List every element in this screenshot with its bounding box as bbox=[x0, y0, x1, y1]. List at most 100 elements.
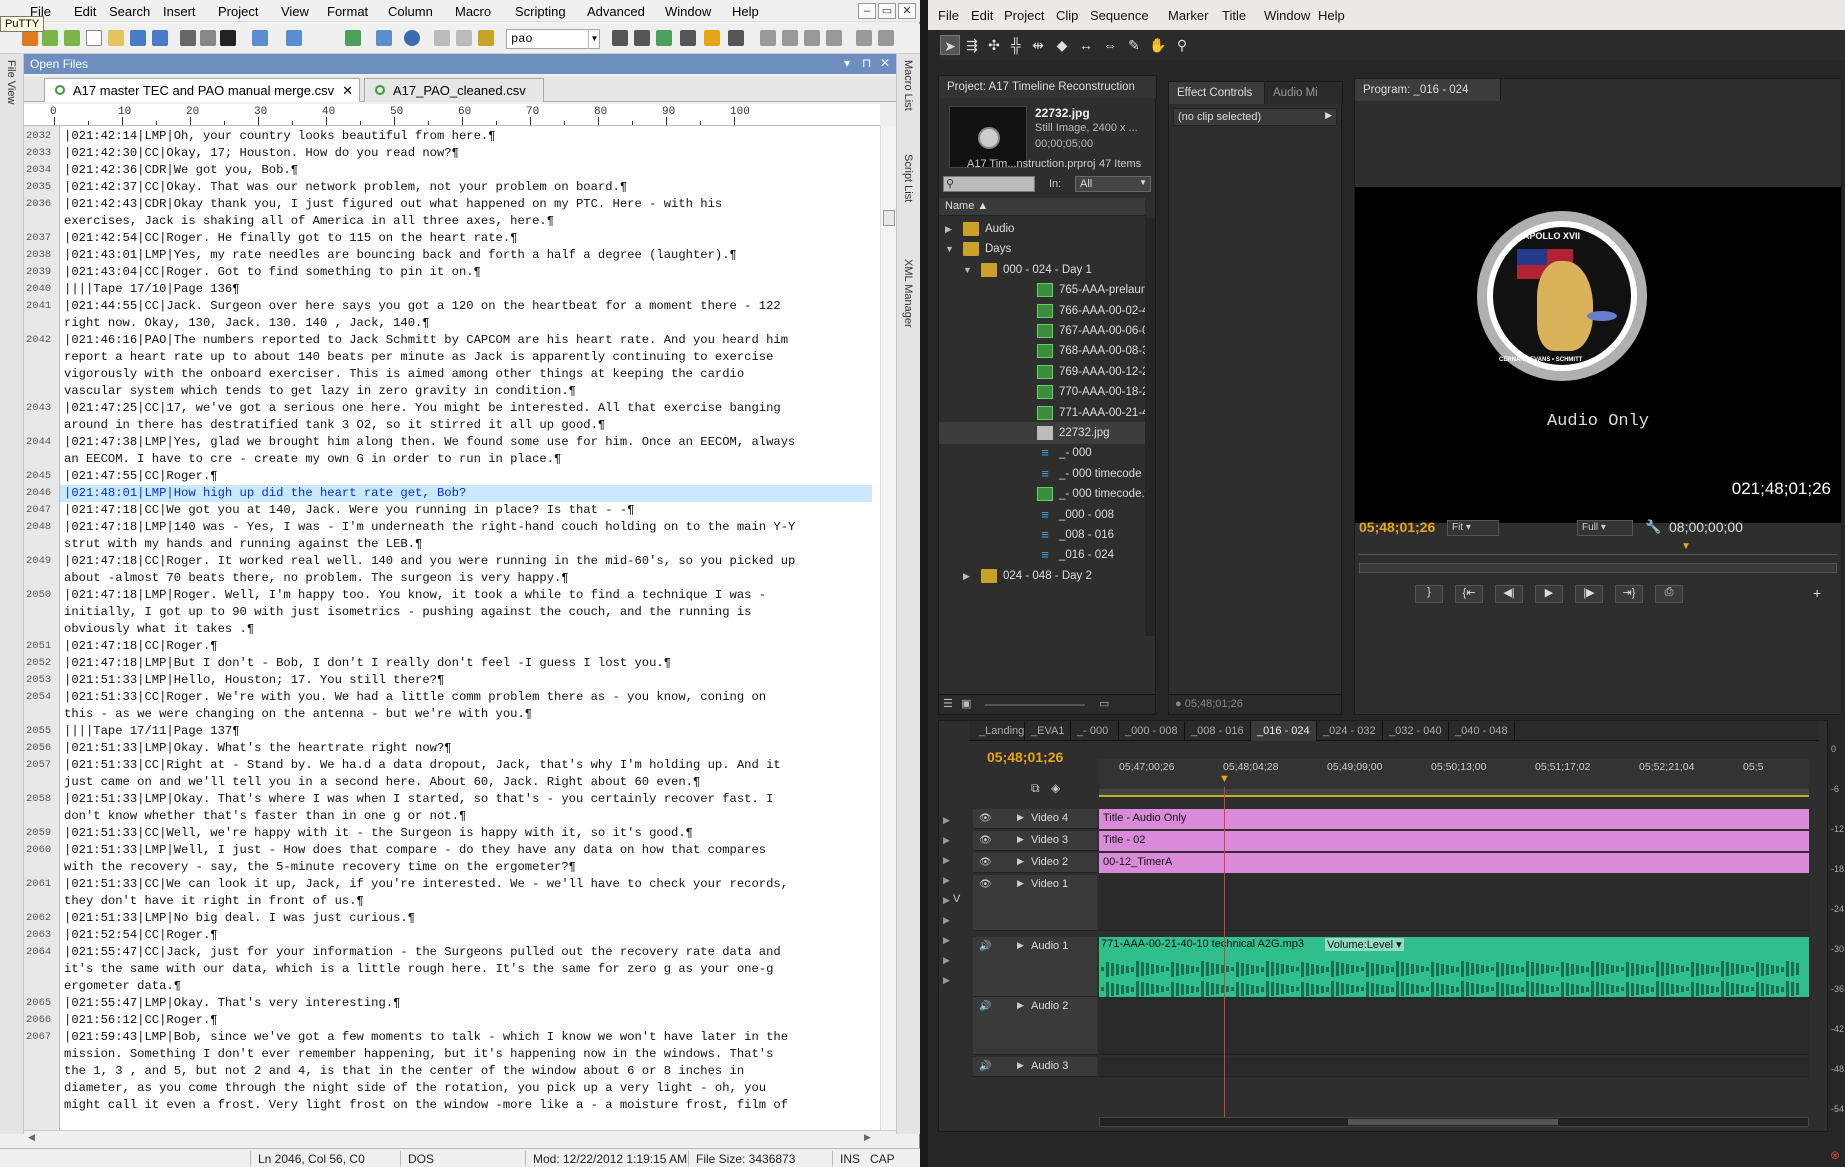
text-line[interactable]: |021:42:30|CC|Okay, 17; Houston. How do … bbox=[64, 145, 459, 162]
project-item[interactable]: 766-AAA-00-02-47-00.n bbox=[939, 300, 1145, 322]
line-ending-format[interactable]: DOS bbox=[408, 1152, 434, 1166]
expand-track-icon[interactable]: ▶ bbox=[1017, 856, 1024, 867]
track-target-icon[interactable]: ▶ bbox=[943, 855, 950, 866]
expand-track-icon[interactable]: ▶ bbox=[1017, 878, 1024, 889]
font-icon[interactable] bbox=[220, 30, 236, 46]
wrench-icon[interactable]: 🔧 bbox=[1645, 519, 1661, 535]
text-line[interactable]: about -almost 70 beats there, no problem… bbox=[64, 570, 569, 587]
eye-icon[interactable]: 👁 bbox=[979, 813, 992, 824]
text-line[interactable]: this - as we were changing on the antenn… bbox=[64, 706, 532, 723]
text-line[interactable]: |021:42:37|CC|Okay. That was our network… bbox=[64, 179, 627, 196]
project-item[interactable]: 769-AAA-00-12-27-00.n bbox=[939, 361, 1145, 383]
save-icon[interactable] bbox=[130, 30, 146, 46]
speaker-icon[interactable]: 🔊 bbox=[979, 1001, 991, 1012]
goto-icon[interactable] bbox=[728, 30, 744, 46]
timeline-scrollbar[interactable] bbox=[1099, 1117, 1809, 1127]
video-track-header[interactable]: 👁 ▶ Video 3 bbox=[973, 831, 1097, 851]
text-line[interactable]: report a heart rate up to about 140 beat… bbox=[64, 349, 773, 366]
quality-select[interactable]: Full ▾ bbox=[1577, 520, 1633, 536]
zoom-slider[interactable] bbox=[985, 704, 1085, 706]
bin-item[interactable]: ▼ 000 - 024 - Day 1 bbox=[939, 259, 1145, 281]
zoom-fit-select[interactable]: Fit ▾ bbox=[1447, 520, 1499, 536]
column-icon[interactable] bbox=[286, 30, 302, 46]
align-left-icon[interactable] bbox=[760, 30, 776, 46]
export-frame-icon[interactable]: ⎙ bbox=[1655, 585, 1683, 603]
selection-tool-icon[interactable]: ➤ bbox=[940, 35, 960, 55]
text-line[interactable]: |021:55:47|CC|Jack, just for your inform… bbox=[64, 944, 781, 961]
bin-item[interactable]: ▼ Days bbox=[939, 238, 1145, 260]
close-tab-icon[interactable]: ✕ bbox=[342, 83, 353, 99]
name-column-header[interactable]: Name ▲ bbox=[939, 198, 1145, 216]
text-line[interactable]: |021:47:18|LMP|140 was - Yes, I was - I'… bbox=[64, 519, 795, 536]
print-icon[interactable] bbox=[180, 30, 196, 46]
monitor-time-ruler[interactable]: ▼ bbox=[1359, 541, 1837, 555]
copy-icon[interactable] bbox=[456, 30, 472, 46]
mark-out-icon[interactable]: } bbox=[1415, 585, 1443, 603]
tile-window-icon[interactable] bbox=[878, 30, 894, 46]
text-line[interactable]: with the recovery - say, the 5-minute re… bbox=[64, 859, 576, 876]
tab-sequence[interactable]: _008 - 016 bbox=[1185, 721, 1251, 741]
scroll-right-icon[interactable]: ▶ bbox=[864, 1132, 871, 1143]
text-line[interactable]: around in there has destratified tank 3 … bbox=[64, 417, 605, 434]
audio-track[interactable] bbox=[1099, 1057, 1809, 1077]
in-filter-select[interactable]: All ▼ bbox=[1075, 176, 1151, 192]
expand-right-icon[interactable]: ▶ bbox=[945, 218, 952, 240]
project-item[interactable]: 765-AAA-prelaunch.mp bbox=[939, 279, 1145, 301]
text-line[interactable]: |021:42:36|CDR|We got you, Bob.¶ bbox=[64, 162, 298, 179]
text-line[interactable]: strut with my hands and running against … bbox=[64, 536, 422, 553]
timeline-timecode[interactable]: 05;48;01;26 bbox=[987, 749, 1063, 765]
browser-icon[interactable] bbox=[404, 30, 420, 46]
insert-mode[interactable]: INS bbox=[840, 1152, 860, 1166]
volume-keyframe-menu[interactable]: Volume:Level ▾ bbox=[1325, 938, 1404, 951]
track-select-icon[interactable]: ⇶ bbox=[962, 35, 982, 55]
rolling-edit-icon[interactable]: ╬ bbox=[1006, 35, 1026, 55]
text-line[interactable]: |021:47:55|CC|Roger.¶ bbox=[64, 468, 218, 485]
project-item[interactable]: 767-AAA-00-06-00-01.n bbox=[939, 320, 1145, 342]
play-icon[interactable]: ▶ bbox=[1535, 585, 1563, 603]
menu-project[interactable]: Project bbox=[1004, 8, 1044, 23]
tab-sequence[interactable]: _- 000 bbox=[1071, 721, 1119, 741]
text-line[interactable]: ||||Tape 17/10|Page 136¶ bbox=[64, 281, 240, 298]
text-line[interactable]: |021:42:54|CC|Roger. He finally got to 1… bbox=[64, 230, 517, 247]
tab-sequence[interactable]: _024 - 032 bbox=[1317, 721, 1383, 741]
track-target-icon[interactable]: ▶ bbox=[943, 875, 950, 886]
menu-clip[interactable]: Clip bbox=[1056, 8, 1078, 23]
icon-view-icon[interactable]: ▣ bbox=[961, 697, 971, 710]
project-item[interactable]: 771-AAA-00-21-40-10 t bbox=[939, 402, 1145, 424]
text-line[interactable]: |021:46:16|PAO|The numbers reported to J… bbox=[64, 332, 788, 349]
video-clip[interactable]: 00-12_TimerA bbox=[1099, 853, 1809, 873]
hand-icon[interactable]: ✋ bbox=[1148, 35, 1168, 55]
video-track-header[interactable]: 👁 ▶ Video 4 bbox=[973, 809, 1097, 829]
blank-file-icon[interactable] bbox=[86, 30, 102, 46]
pin-icon[interactable]: ⊓ bbox=[862, 56, 871, 70]
text-line[interactable]: it's the same with our data, which is a … bbox=[64, 961, 773, 978]
text-line[interactable]: |021:47:18|LMP|But I don't - Bob, I don'… bbox=[64, 655, 671, 672]
script-list-tab[interactable]: Script List bbox=[902, 154, 914, 202]
text-line[interactable]: |021:51:33|CC|Right at - Stand by. We ha… bbox=[64, 757, 781, 774]
menu-help[interactable]: Help bbox=[732, 4, 759, 19]
text-line[interactable]: an EECOM. I have to cre - create my own … bbox=[64, 451, 561, 468]
marker-icon[interactable]: ◈ bbox=[1051, 781, 1060, 795]
chevron-down-icon[interactable]: ▼ bbox=[588, 29, 600, 49]
align-right-icon[interactable] bbox=[804, 30, 820, 46]
bin-item[interactable]: ▶ 024 - 048 - Day 2 bbox=[939, 565, 1145, 587]
text-line[interactable]: |021:47:18|LMP|Roger. Well, I'm happy to… bbox=[64, 587, 766, 604]
menu-advanced[interactable]: Advanced bbox=[587, 4, 645, 19]
menu-column[interactable]: Column bbox=[388, 4, 433, 19]
step-forward-icon[interactable]: |▶ bbox=[1575, 585, 1603, 603]
playhead-timecode[interactable]: 05;48;01;26 bbox=[1359, 519, 1435, 535]
wrap-icon[interactable] bbox=[345, 30, 361, 46]
hex-icon[interactable] bbox=[376, 30, 392, 46]
format-icon[interactable] bbox=[252, 30, 268, 46]
text-line[interactable]: the 1, 3 , and 5, but not 2 and 4, is th… bbox=[64, 1063, 744, 1080]
text-line[interactable]: diameter, as you come through the night … bbox=[64, 1080, 766, 1097]
justify-icon[interactable] bbox=[826, 30, 842, 46]
expand-right-icon[interactable]: ▶ bbox=[963, 565, 970, 587]
text-line[interactable]: |021:59:43|LMP|Bob, since we've got a fe… bbox=[64, 1029, 788, 1046]
speaker-icon[interactable]: 🔊 bbox=[979, 1061, 991, 1072]
track-target-icon[interactable]: ▶ bbox=[943, 835, 950, 846]
menu-title[interactable]: Title bbox=[1222, 8, 1246, 23]
text-line[interactable]: ||||Tape 17/11|Page 137¶ bbox=[64, 723, 240, 740]
text-line[interactable]: |021:47:25|CC|17, we've got a serious on… bbox=[64, 400, 781, 417]
project-item[interactable]: 768-AAA-00-08-36-09.n bbox=[939, 340, 1145, 362]
